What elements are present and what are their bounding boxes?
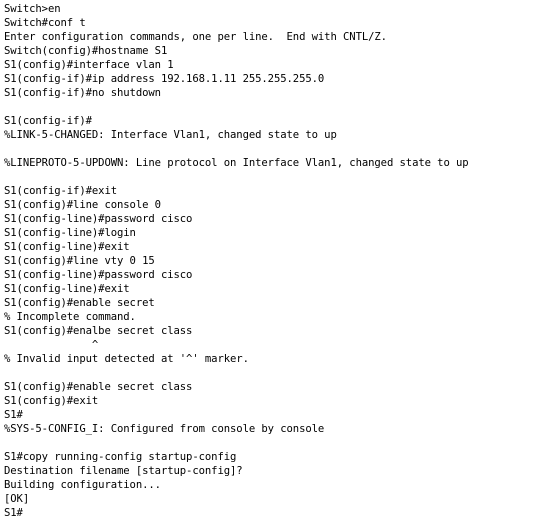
terminal-line: S1(config-line)#password cisco — [4, 269, 193, 281]
terminal-line: Building configuration... — [4, 479, 161, 491]
terminal-line: %SYS-5-CONFIG_I: Configured from console… — [4, 423, 325, 435]
terminal-line: %LINK-5-CHANGED: Interface Vlan1, change… — [4, 129, 337, 141]
terminal-line: Switch(config)#hostname S1 — [4, 45, 168, 57]
terminal-line: S1(config)#enable secret class — [4, 381, 193, 393]
terminal-line: S1(config-if)#exit — [4, 185, 118, 197]
terminal-prompt[interactable]: S1# — [4, 506, 545, 517]
terminal-line: S1(config-if)#ip address 192.168.1.11 25… — [4, 73, 325, 85]
terminal-line: S1#copy running-config startup-config — [4, 451, 237, 463]
terminal-output[interactable]: Switch>en Switch#conf t Enter configurat… — [0, 0, 545, 517]
terminal-line: S1(config)#enable secret — [4, 297, 155, 309]
terminal-line: % Invalid input detected at '^' marker. — [4, 353, 249, 365]
terminal-line: %LINEPROTO-5-UPDOWN: Line protocol on In… — [4, 157, 469, 169]
terminal-line: S1(config-line)#exit — [4, 241, 130, 253]
terminal-line: % Incomplete command. — [4, 311, 136, 323]
terminal-line: S1(config)#interface vlan 1 — [4, 59, 174, 71]
terminal-line: S1# — [4, 409, 23, 421]
terminal-line: S1(config)#line console 0 — [4, 199, 161, 211]
terminal-line: ^ — [4, 339, 99, 351]
terminal-line: S1(config)#exit — [4, 395, 99, 407]
terminal-line: S1(config-line)#exit — [4, 283, 130, 295]
terminal-line: S1(config)#enalbe secret class — [4, 325, 193, 337]
terminal-line: Enter configuration commands, one per li… — [4, 31, 387, 43]
terminal-line: S1(config-if)# — [4, 115, 92, 127]
terminal-line: S1(config-line)#login — [4, 227, 136, 239]
terminal-line: Switch#conf t — [4, 17, 86, 29]
terminal-line: Destination filename [startup-config]? — [4, 465, 243, 477]
terminal-line: S1(config)#line vty 0 15 — [4, 255, 155, 267]
terminal-line: Switch>en — [4, 3, 61, 15]
terminal-line: S1(config-if)#no shutdown — [4, 87, 161, 99]
terminal-line: S1(config-line)#password cisco — [4, 213, 193, 225]
terminal-line: [OK] — [4, 493, 30, 505]
